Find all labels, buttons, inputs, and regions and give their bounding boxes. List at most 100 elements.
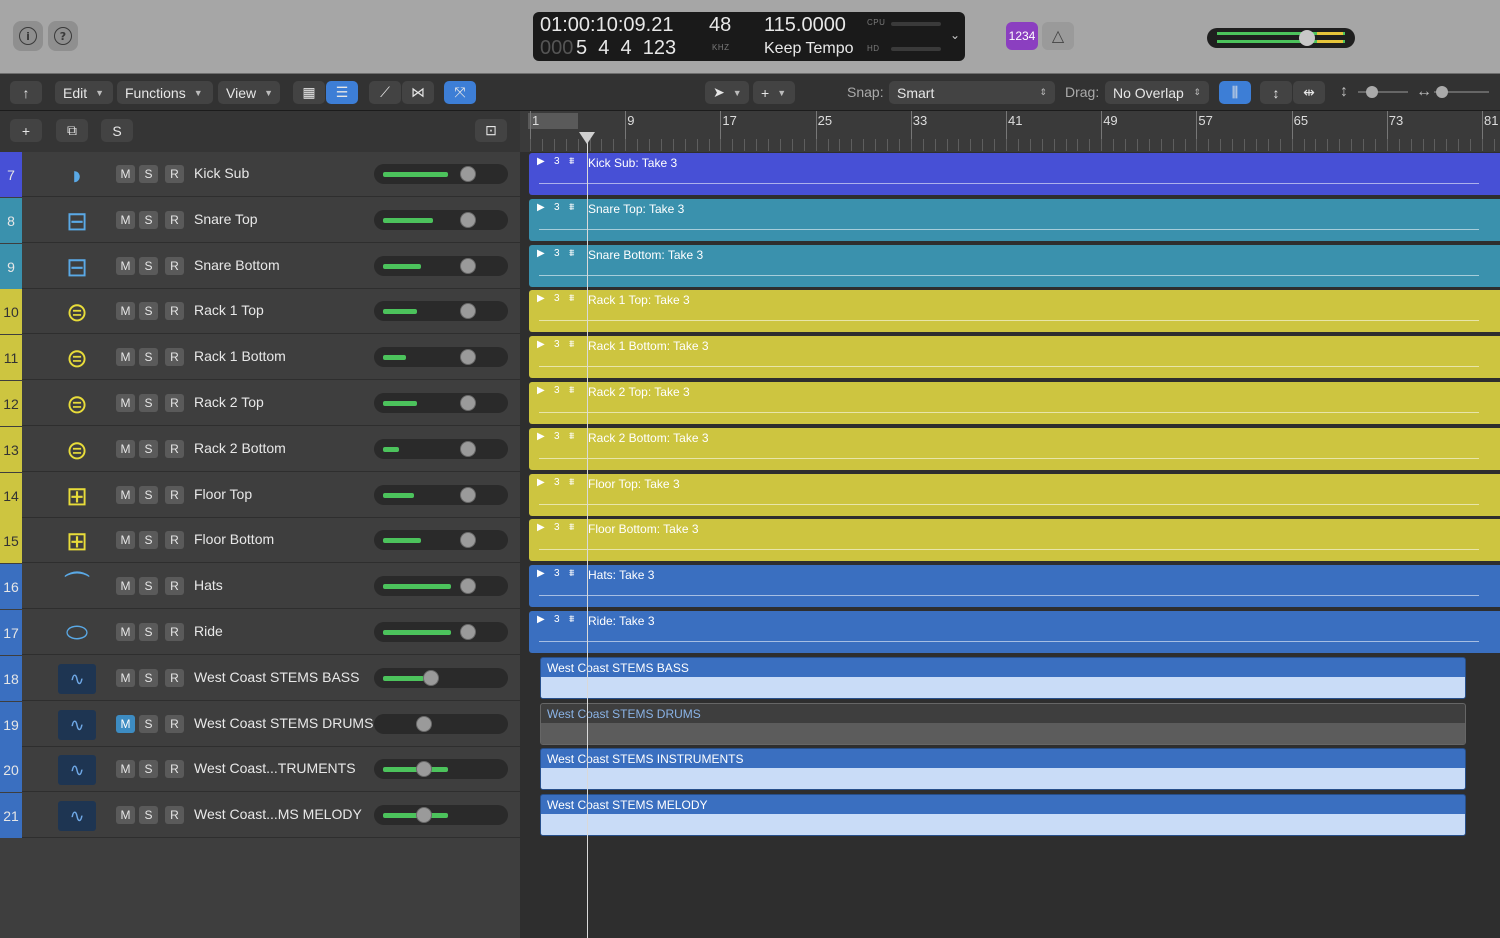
mute-button[interactable]: M xyxy=(116,257,135,275)
volume-knob[interactable] xyxy=(460,487,476,503)
solo-button[interactable]: S xyxy=(139,669,158,687)
take-number[interactable]: 3 xyxy=(554,202,560,213)
edit-menu[interactable]: Edit ▼ xyxy=(55,81,113,104)
solo-button[interactable]: S xyxy=(139,211,158,229)
arrange-area[interactable]: ▶ 3 ⩩ Kick Sub: Take 3 ▶ 3 ⩩ Snare Top: … xyxy=(520,152,1500,938)
track-name[interactable]: Rack 2 Bottom xyxy=(194,440,286,456)
volume-knob[interactable] xyxy=(460,395,476,411)
master-volume-knob[interactable] xyxy=(1299,30,1315,46)
track-row[interactable]: 17 ⬭ M S R Ride xyxy=(0,610,520,655)
chevron-down-icon[interactable]: ⌄ xyxy=(950,28,960,42)
record-enable-button[interactable]: R xyxy=(165,211,184,229)
mute-button[interactable]: M xyxy=(116,760,135,778)
record-enable-button[interactable]: R xyxy=(165,440,184,458)
global-solo-button[interactable]: S xyxy=(101,119,133,142)
track-row[interactable]: 14 ⊞ M S R Floor Top xyxy=(0,473,520,518)
track-name[interactable]: Ride xyxy=(194,623,223,639)
audio-region[interactable]: ▶ 3 ⩩ Snare Bottom: Take 3 xyxy=(529,245,1500,287)
secondary-tool-menu[interactable]: + ▼ xyxy=(753,81,795,104)
solo-button[interactable]: S xyxy=(139,394,158,412)
take-number[interactable]: 3 xyxy=(554,156,560,167)
view-menu[interactable]: View ▼ xyxy=(218,81,280,104)
track-row[interactable]: 19 ∿ M S R West Coast STEMS DRUMS xyxy=(0,702,520,747)
take-number[interactable]: 3 xyxy=(554,293,560,304)
play-icon[interactable]: ▶ xyxy=(537,293,545,304)
collapse-button[interactable]: ⊡ xyxy=(475,119,507,142)
volume-fader[interactable] xyxy=(374,439,508,459)
record-enable-button[interactable]: R xyxy=(165,806,184,824)
bar-ruler[interactable]: 1 9 17 25 33 41 49 57 65 73 81 xyxy=(520,111,1500,153)
track-row[interactable]: 18 ∿ M S R West Coast STEMS BASS xyxy=(0,656,520,701)
mute-button[interactable]: M xyxy=(116,806,135,824)
play-icon[interactable]: ▶ xyxy=(537,385,545,396)
track-name[interactable]: Snare Top xyxy=(194,211,258,227)
play-icon[interactable]: ▶ xyxy=(537,248,545,259)
mute-button[interactable]: M xyxy=(116,486,135,504)
volume-fader[interactable] xyxy=(374,301,508,321)
volume-fader[interactable] xyxy=(374,714,508,734)
audio-region[interactable]: ▶ 3 ⩩ Rack 2 Top: Take 3 xyxy=(529,382,1500,424)
audio-region[interactable]: ▶ 3 ⩩ Hats: Take 3 xyxy=(529,565,1500,607)
track-row[interactable]: 21 ∿ M S R West Coast...MS MELODY xyxy=(0,793,520,838)
mute-button[interactable]: M xyxy=(116,669,135,687)
audio-region[interactable]: West Coast STEMS BASS xyxy=(540,657,1466,699)
master-volume-slider[interactable] xyxy=(1207,28,1355,48)
play-icon[interactable]: ▶ xyxy=(537,522,545,533)
volume-knob[interactable] xyxy=(460,578,476,594)
mute-button[interactable]: M xyxy=(116,165,135,183)
track-name[interactable]: Floor Top xyxy=(194,486,252,502)
take-number[interactable]: 3 xyxy=(554,385,560,396)
vertical-zoom-slider[interactable] xyxy=(1358,86,1408,98)
take-folder-icon[interactable]: ⩩ xyxy=(569,477,574,488)
catch-playhead-button[interactable]: ⤧ xyxy=(444,81,476,104)
record-enable-button[interactable]: R xyxy=(165,531,184,549)
take-folder-icon[interactable]: ⩩ xyxy=(569,431,574,442)
solo-button[interactable]: S xyxy=(139,302,158,320)
mute-button[interactable]: M xyxy=(116,211,135,229)
audio-region[interactable]: ▶ 3 ⩩ Floor Top: Take 3 xyxy=(529,474,1500,516)
track-row[interactable]: 7 ◗ M S R Kick Sub xyxy=(0,152,520,197)
mute-button[interactable]: M xyxy=(116,715,135,733)
track-row[interactable]: 13 ⊜ M S R Rack 2 Bottom xyxy=(0,427,520,472)
volume-knob[interactable] xyxy=(460,441,476,457)
flex-button[interactable]: ⋈ xyxy=(402,81,434,104)
solo-button[interactable]: S xyxy=(139,257,158,275)
record-enable-button[interactable]: R xyxy=(165,486,184,504)
take-folder-icon[interactable]: ⩩ xyxy=(569,385,574,396)
take-number[interactable]: 3 xyxy=(554,431,560,442)
take-number[interactable]: 3 xyxy=(554,477,560,488)
duplicate-track-button[interactable]: ⧉ xyxy=(56,119,88,142)
volume-fader[interactable] xyxy=(374,622,508,642)
take-number[interactable]: 3 xyxy=(554,339,560,350)
track-name[interactable]: Rack 1 Bottom xyxy=(194,348,286,364)
volume-knob[interactable] xyxy=(460,303,476,319)
record-enable-button[interactable]: R xyxy=(165,348,184,366)
tempo-mode[interactable]: Keep Tempo xyxy=(764,40,854,58)
solo-button[interactable]: S xyxy=(139,715,158,733)
volume-fader[interactable] xyxy=(374,393,508,413)
horizontal-zoom-slider[interactable] xyxy=(1434,86,1489,98)
drag-select[interactable]: No Overlap ⇕ xyxy=(1105,81,1209,104)
functions-menu[interactable]: Functions ▼ xyxy=(117,81,213,104)
mute-button[interactable]: M xyxy=(116,440,135,458)
mute-button[interactable]: M xyxy=(116,531,135,549)
solo-button[interactable]: S xyxy=(139,165,158,183)
add-track-button[interactable]: + xyxy=(10,119,42,142)
solo-button[interactable]: S xyxy=(139,623,158,641)
volume-fader[interactable] xyxy=(374,576,508,596)
record-enable-button[interactable]: R xyxy=(165,165,184,183)
playhead-handle[interactable] xyxy=(579,132,595,144)
play-icon[interactable]: ▶ xyxy=(537,202,545,213)
audio-region[interactable]: ▶ 3 ⩩ Ride: Take 3 xyxy=(529,611,1500,653)
track-row[interactable]: 20 ∿ M S R West Coast...TRUMENTS xyxy=(0,747,520,792)
volume-knob[interactable] xyxy=(460,166,476,182)
track-row[interactable]: 12 ⊜ M S R Rack 2 Top xyxy=(0,381,520,426)
record-enable-button[interactable]: R xyxy=(165,669,184,687)
record-enable-button[interactable]: R xyxy=(165,623,184,641)
back-arrow-button[interactable]: ↑ xyxy=(10,81,42,104)
audio-region[interactable]: West Coast STEMS INSTRUMENTS xyxy=(540,748,1466,790)
volume-fader[interactable] xyxy=(374,530,508,550)
volume-fader[interactable] xyxy=(374,256,508,276)
play-icon[interactable]: ▶ xyxy=(537,477,545,488)
take-number[interactable]: 3 xyxy=(554,248,560,259)
